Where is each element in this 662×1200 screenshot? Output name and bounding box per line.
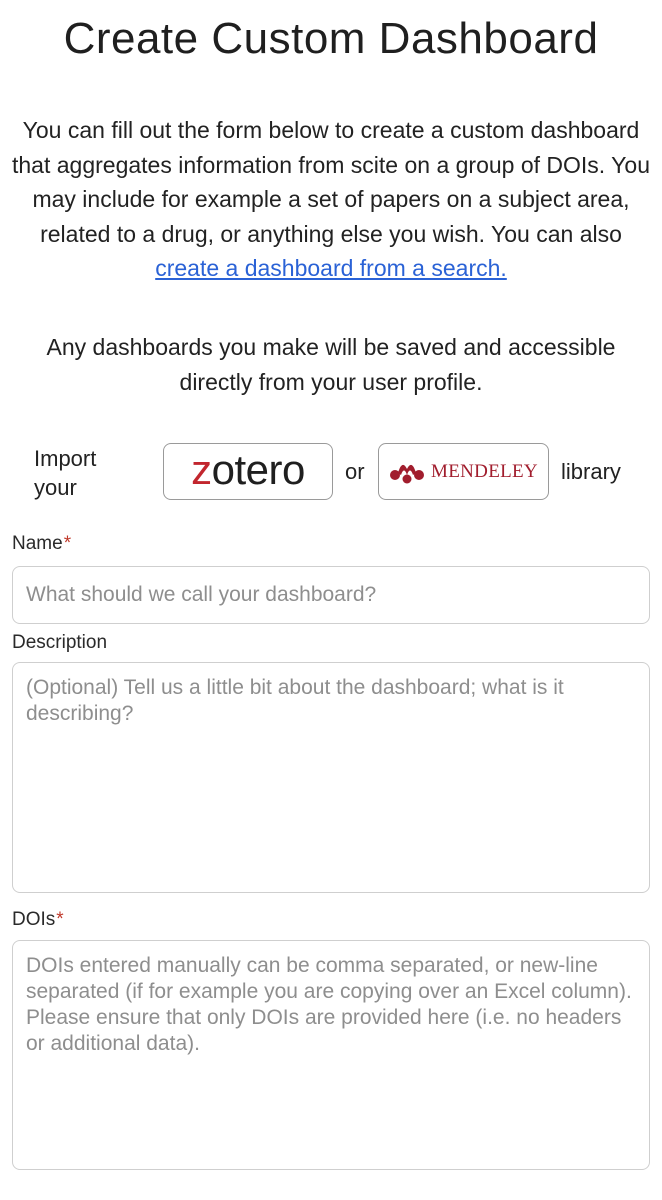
zotero-logo: zotero [191, 445, 306, 493]
import-label: Import your [34, 446, 97, 500]
page-title: Create Custom Dashboard [63, 14, 599, 63]
name-label: Name* [12, 533, 71, 555]
dois-textarea[interactable] [12, 940, 650, 1170]
name-label-text: Name [12, 533, 63, 554]
zotero-import-button[interactable]: zotero [163, 443, 333, 500]
dois-required-mark: * [56, 909, 64, 930]
intro-paragraph: You can fill out the form below to creat… [12, 113, 650, 286]
dois-label: DOIs* [12, 909, 64, 931]
import-row: Import your zotero or MENDELEY library [0, 442, 662, 502]
name-required-mark: * [63, 533, 72, 554]
dois-label-text: DOIs [12, 909, 56, 930]
zotero-logo-z: z [191, 445, 212, 493]
library-text: library [561, 459, 621, 484]
description-label: Description [12, 632, 108, 653]
saved-note: Any dashboards you make will be saved an… [46, 334, 616, 395]
dashboard-from-search-link[interactable]: create a dashboard from a search. [155, 255, 507, 281]
mendeley-logo-icon [390, 464, 425, 483]
intro-text: You can fill out the form below to creat… [12, 117, 650, 247]
description-textarea[interactable] [12, 662, 650, 893]
name-input[interactable] [12, 566, 650, 624]
or-text: or [345, 459, 365, 484]
mendeley-logo-text: MENDELEY [431, 460, 538, 482]
mendeley-import-button[interactable]: MENDELEY [378, 443, 549, 500]
zotero-logo-rest: otero [211, 445, 306, 493]
